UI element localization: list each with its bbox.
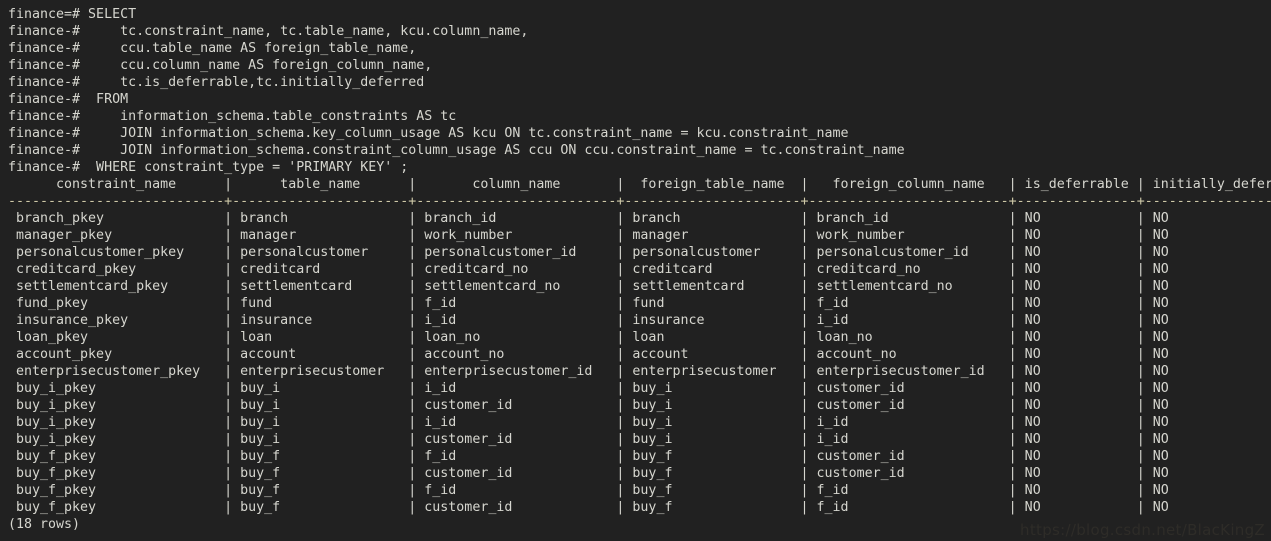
sql-query-line: finance-# JOIN information_schema.key_co… xyxy=(8,126,849,141)
row-count-footer: (18 rows) xyxy=(8,516,1271,533)
table-row: settlementcard_pkey | settlementcard | s… xyxy=(8,279,1271,294)
table-row: buy_i_pkey | buy_i | customer_id | buy_i… xyxy=(8,432,1271,447)
table-row: manager_pkey | manager | work_number | m… xyxy=(8,228,1271,243)
table-row: buy_f_pkey | buy_f | customer_id | buy_f… xyxy=(8,466,1271,481)
table-header-separator: ---------------------------+------------… xyxy=(8,194,1271,209)
table-row: insurance_pkey | insurance | i_id | insu… xyxy=(8,313,1271,328)
terminal-window[interactable]: finance=# SELECT finance-# tc.constraint_… xyxy=(0,0,1271,541)
sql-query-line: finance-# FROM xyxy=(8,92,129,107)
table-row: buy_i_pkey | buy_i | i_id | buy_i | i_id… xyxy=(8,415,1271,430)
table-row: buy_i_pkey | buy_i | i_id | buy_i | cust… xyxy=(8,381,1271,396)
table-row: buy_i_pkey | buy_i | customer_id | buy_i… xyxy=(8,398,1271,413)
sql-query-line: finance-# ccu.table_name AS foreign_tabl… xyxy=(8,41,417,56)
query-result-table: constraint_name | table_name | column_na… xyxy=(8,176,1271,516)
table-row: loan_pkey | loan | loan_no | loan | loan… xyxy=(8,330,1271,345)
table-row: buy_f_pkey | buy_f | customer_id | buy_f… xyxy=(8,500,1271,515)
table-row: buy_f_pkey | buy_f | f_id | buy_f | cust… xyxy=(8,449,1271,464)
row-count-label: (18 rows) xyxy=(8,517,81,532)
sql-query-line: finance-# tc.constraint_name, tc.table_n… xyxy=(8,24,529,39)
table-row: branch_pkey | branch | branch_id | branc… xyxy=(8,211,1271,226)
sql-query-line: finance-# JOIN information_schema.constr… xyxy=(8,143,905,158)
sql-query-line: finance-# information_schema.table_const… xyxy=(8,109,457,124)
table-row: creditcard_pkey | creditcard | creditcar… xyxy=(8,262,1271,277)
table-row: personalcustomer_pkey | personalcustomer… xyxy=(8,245,1271,260)
table-row: account_pkey | account | account_no | ac… xyxy=(8,347,1271,362)
table-row: fund_pkey | fund | f_id | fund | f_id | … xyxy=(8,296,1271,311)
sql-query-line: finance-# WHERE constraint_type = 'PRIMA… xyxy=(8,160,409,175)
table-header-row: constraint_name | table_name | column_na… xyxy=(8,177,1271,192)
sql-query-line: finance-# tc.is_deferrable,tc.initially_… xyxy=(8,75,425,90)
sql-query-block: finance=# SELECT finance-# tc.constraint_… xyxy=(8,6,1271,176)
sql-query-line: finance-# ccu.column_name AS foreign_col… xyxy=(8,58,433,73)
sql-query-line: finance=# SELECT xyxy=(8,7,137,22)
table-row: enterprisecustomer_pkey | enterprisecust… xyxy=(8,364,1271,379)
table-row: buy_f_pkey | buy_f | f_id | buy_f | f_id… xyxy=(8,483,1271,498)
